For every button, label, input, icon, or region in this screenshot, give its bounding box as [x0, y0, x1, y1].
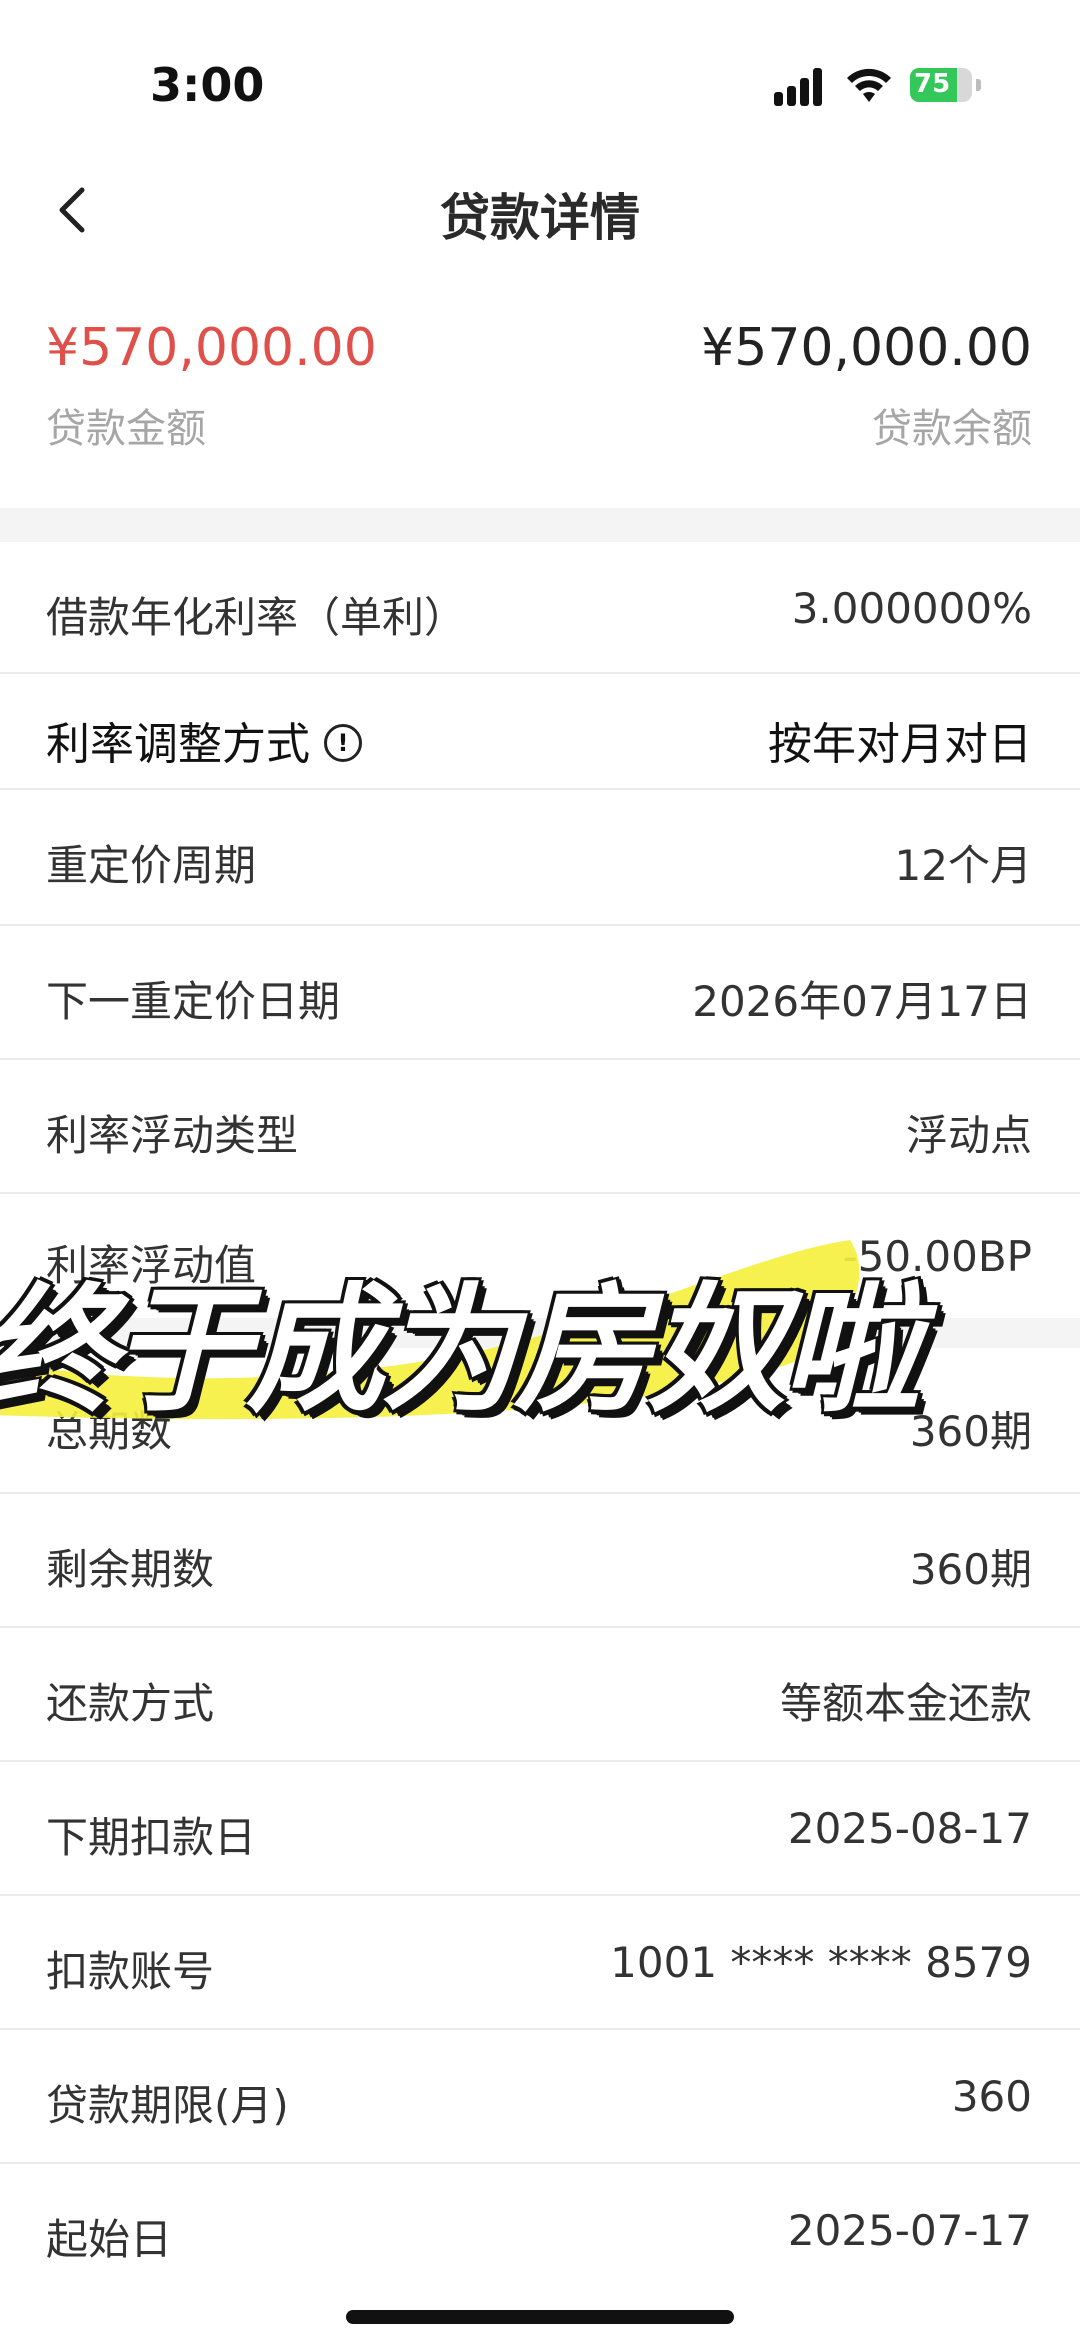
row-value: 按年对月对日: [768, 719, 1032, 770]
detail-row-reprice-cycle: 重定价周期 12个月: [0, 790, 1080, 926]
status-time: 3:00: [150, 58, 265, 112]
loan-balance-value: ¥570,000.00: [701, 318, 1032, 378]
battery-percent: 75: [914, 69, 951, 99]
row-label: 下一重定价日期: [46, 977, 341, 1026]
caption-text: 终于成为房奴啦: [0, 1270, 920, 1431]
nav-header: 贷款详情: [0, 160, 1080, 260]
row-value: 12个月: [894, 841, 1032, 890]
row-label: 利率调整方式!: [46, 708, 362, 772]
row-label: 扣款账号: [46, 1947, 215, 1996]
cellular-signal-icon: [774, 66, 826, 106]
home-indicator: [346, 2310, 734, 2324]
row-value: 2025-08-17: [787, 1804, 1032, 1853]
row-label: 还款方式: [46, 1679, 215, 1728]
wifi-icon: [847, 68, 891, 102]
caption-overlay: 终于成为房奴啦: [0, 1210, 1080, 1431]
detail-row-float-type: 利率浮动类型 浮动点: [0, 1060, 1080, 1194]
section-divider: [0, 508, 1080, 542]
status-bar: 3:00 75: [0, 0, 1080, 160]
row-value: 2026年07月17日: [692, 977, 1032, 1026]
row-label: 重定价周期: [46, 841, 257, 890]
row-value: 浮动点: [905, 1111, 1032, 1160]
loan-balance-label: 贷款余额: [872, 406, 1032, 452]
row-value: 360期: [909, 1545, 1032, 1594]
row-value: 3.000000%: [791, 584, 1032, 633]
detail-row-next-reprice-date: 下一重定价日期 2026年07月17日: [0, 926, 1080, 1060]
loan-amount-value: ¥570,000.00: [46, 318, 377, 378]
row-value: 2025-07-17: [787, 2206, 1032, 2255]
row-value: 等额本金还款: [779, 1679, 1032, 1728]
row-label-text: 利率调整方式: [46, 719, 310, 770]
detail-row-debit-account: 扣款账号 1001 **** **** 8579: [0, 1896, 1080, 2030]
detail-row-next-debit-date: 下期扣款日 2025-08-17: [0, 1762, 1080, 1896]
detail-row-annual-rate: 借款年化利率（单利） 3.000000%: [0, 542, 1080, 674]
row-label: 贷款期限(月): [46, 2081, 289, 2130]
row-label: 借款年化利率（单利）: [46, 593, 467, 642]
row-label: 起始日: [46, 2215, 173, 2264]
detail-row-remaining-periods: 剩余期数 360期: [0, 1494, 1080, 1628]
row-label: 下期扣款日: [46, 1813, 257, 1862]
battery-cap: [976, 79, 981, 91]
row-value: 360: [951, 2072, 1032, 2121]
battery-icon: 75: [910, 68, 972, 102]
row-label: 利率浮动类型: [46, 1111, 299, 1160]
info-icon[interactable]: !: [324, 724, 362, 762]
detail-row-start-date: 起始日 2025-07-17: [0, 2164, 1080, 2296]
page-title: 贷款详情: [440, 189, 640, 247]
row-label: 剩余期数: [46, 1545, 215, 1594]
detail-row-rate-adjust-method[interactable]: 利率调整方式! 按年对月对日: [0, 674, 1080, 790]
loan-amount-label: 贷款金额: [46, 406, 206, 452]
detail-row-repayment-method: 还款方式 等额本金还款: [0, 1628, 1080, 1762]
row-value: 1001 **** **** 8579: [610, 1938, 1032, 1987]
detail-row-loan-term: 贷款期限(月) 360: [0, 2030, 1080, 2164]
